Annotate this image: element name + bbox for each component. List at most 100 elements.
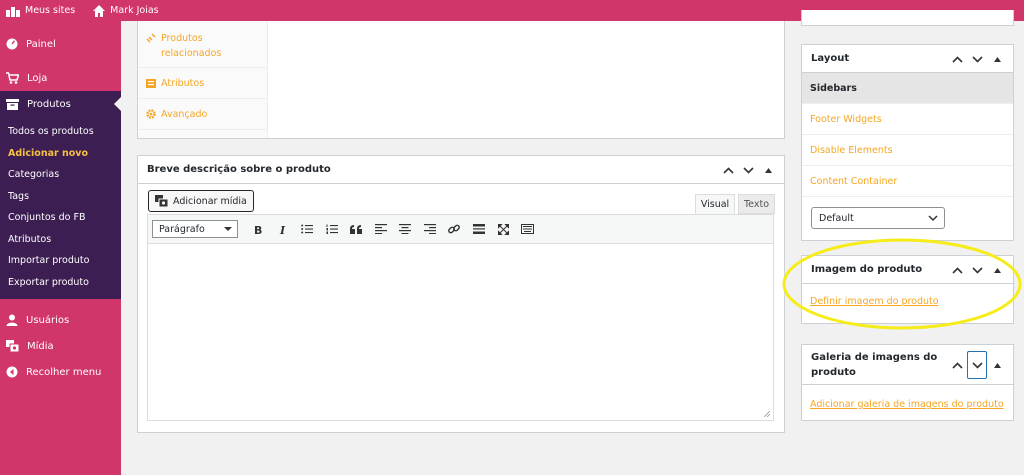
sidebar-layout-value: Default: [819, 212, 854, 224]
sites-icon: [6, 6, 20, 17]
tab-produtos-relacionados[interactable]: Produtos relacionados: [138, 21, 267, 68]
submenu-exportar[interactable]: Exportar produto: [0, 272, 121, 294]
short-description-editor[interactable]: [147, 243, 774, 421]
fullscreen-button[interactable]: [491, 217, 516, 241]
quote-icon: [350, 224, 363, 234]
my-sites-menu[interactable]: Meus sites: [6, 5, 75, 17]
submenu-categorias[interactable]: Categorias: [0, 164, 121, 186]
align-left-icon: [374, 224, 387, 234]
chevron-down-icon: [742, 166, 754, 174]
align-center-button[interactable]: [393, 217, 418, 241]
keyboard-icon: [521, 224, 535, 234]
editor-toolbar: Parágrafo B I: [147, 214, 774, 244]
short-description-panel: Breve descrição sobre o produto Adiciona…: [137, 155, 785, 433]
gallery-header: Galeria de imagens do produto: [802, 345, 1013, 385]
triangle-up-icon: [764, 167, 772, 173]
submenu-adicionar-novo[interactable]: Adicionar novo: [0, 143, 121, 165]
menu-label-loja: Loja: [27, 72, 48, 84]
collapse-menu-button[interactable]: Recolher menu: [0, 359, 121, 385]
format-select[interactable]: Parágrafo: [152, 220, 238, 238]
blockquote-button[interactable]: [344, 217, 369, 241]
add-gallery-link[interactable]: Adicionar galeria de imagens do produto: [810, 399, 1004, 410]
media-icon: [6, 340, 19, 352]
bullet-list-button[interactable]: [295, 217, 320, 241]
dashboard-icon: [6, 38, 18, 50]
add-media-label: Adicionar mídia: [173, 195, 247, 207]
chevron-down-icon: [971, 55, 983, 63]
move-up-button[interactable]: [718, 160, 738, 180]
resize-handle-icon[interactable]: [764, 411, 770, 417]
layout-tab-disable-elements[interactable]: Disable Elements: [802, 135, 1013, 166]
gallery-move-up-button[interactable]: [947, 355, 967, 375]
insert-link-button[interactable]: [442, 217, 467, 241]
tab-visual[interactable]: Visual: [695, 194, 735, 214]
admin-sidebar: Painel Loja Produtos Todos os produtos A…: [0, 21, 121, 475]
gallery-move-down-button[interactable]: [967, 351, 987, 379]
svg-text:B: B: [254, 224, 262, 235]
produtos-submenu: Todos os produtos Adicionar novo Categor…: [0, 117, 121, 299]
tab-label-relacionados: Produtos relacionados: [161, 33, 222, 59]
toolbar-toggle-button[interactable]: [516, 217, 541, 241]
toggle-panel-button[interactable]: [758, 160, 778, 180]
move-down-button[interactable]: [738, 160, 758, 180]
align-right-icon: [423, 224, 436, 234]
gallery-toggle-button[interactable]: [987, 355, 1007, 375]
chevron-up-icon: [951, 55, 963, 63]
product-data-tabs: Produtos relacionados Atributos Avançado: [138, 21, 268, 138]
short-description-title: Breve descrição sobre o produto: [147, 164, 331, 175]
add-media-button[interactable]: Adicionar mídia: [148, 190, 254, 212]
layout-panel: Layout Sidebars Footer Widgets Disable E…: [801, 44, 1014, 241]
menu-item-painel[interactable]: Painel: [0, 31, 121, 57]
menu-label-painel: Painel: [26, 38, 56, 50]
tab-texto[interactable]: Texto: [738, 194, 775, 214]
home-icon: [93, 4, 106, 17]
tab-avancado[interactable]: Avançado: [138, 99, 267, 130]
submenu-todos-produtos[interactable]: Todos os produtos: [0, 121, 121, 143]
menu-item-midia[interactable]: Mídia: [0, 333, 121, 359]
bold-icon: B: [254, 224, 262, 235]
tab-label-atributos: Atributos: [161, 77, 205, 89]
bold-button[interactable]: B: [246, 217, 271, 241]
italic-button[interactable]: I: [271, 217, 296, 241]
submenu-tags[interactable]: Tags: [0, 186, 121, 208]
submenu-importar[interactable]: Importar produto: [0, 250, 121, 272]
numbered-list-button[interactable]: [320, 217, 345, 241]
tab-atributos[interactable]: Atributos: [138, 68, 267, 99]
layout-tab-content-container[interactable]: Content Container: [802, 166, 1013, 197]
numbered-list-icon: [326, 224, 338, 234]
bullet-list-icon: [301, 224, 314, 234]
layout-move-up-button[interactable]: [947, 49, 967, 69]
top-box-partial: [801, 10, 1014, 26]
triangle-up-icon: [993, 56, 1001, 62]
menu-item-produtos[interactable]: Produtos: [0, 91, 121, 117]
collapse-icon: [6, 366, 18, 378]
submenu-atributos[interactable]: Atributos: [0, 229, 121, 251]
layout-tab-sidebars[interactable]: Sidebars: [802, 73, 1013, 104]
link-icon: [448, 224, 461, 234]
align-right-button[interactable]: [418, 217, 443, 241]
menu-item-loja[interactable]: Loja: [0, 65, 121, 91]
menu-label-recolher: Recolher menu: [26, 366, 102, 378]
chevron-down-icon: [928, 215, 938, 222]
read-more-button[interactable]: [467, 217, 492, 241]
menu-label-usuarios: Usuários: [26, 314, 70, 326]
fullscreen-icon: [497, 223, 509, 235]
layout-toggle-button[interactable]: [987, 49, 1007, 69]
read-more-icon: [472, 224, 485, 234]
tab-label-avancado: Avançado: [161, 108, 208, 120]
menu-label-produtos: Produtos: [27, 98, 71, 110]
site-name-menu[interactable]: Mark Joias: [93, 4, 159, 17]
chevron-down-icon: [971, 361, 983, 369]
align-left-button[interactable]: [369, 217, 394, 241]
layout-tab-footer-widgets[interactable]: Footer Widgets: [802, 104, 1013, 135]
menu-item-usuarios[interactable]: Usuários: [0, 307, 121, 333]
attributes-icon: [146, 78, 156, 88]
layout-title: Layout: [811, 53, 850, 64]
italic-icon: I: [279, 224, 286, 235]
site-name-label: Mark Joias: [110, 5, 159, 16]
cart-icon: [6, 72, 19, 84]
layout-move-down-button[interactable]: [967, 49, 987, 69]
submenu-conjuntos-fb[interactable]: Conjuntos do FB: [0, 207, 121, 229]
chevron-up-icon: [722, 166, 734, 174]
sidebar-layout-select[interactable]: Default: [811, 207, 945, 229]
